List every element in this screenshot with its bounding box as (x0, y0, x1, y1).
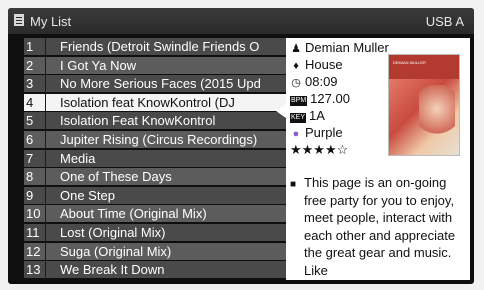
bpm-row: BPM 127.00 (290, 91, 350, 108)
track-number: 5 (26, 113, 34, 129)
track-title: Suga (Original Mix) (60, 243, 172, 259)
track-row[interactable]: 13 We Break It Down (24, 261, 288, 279)
genre-row: ♦ House (290, 57, 343, 74)
track-title: Isolation feat KnowKontrol (DJ (60, 94, 235, 110)
track-row[interactable]: 6 Jupiter Rising (Circus Recordings) (24, 131, 288, 148)
track-row[interactable]: 12 Suga (Original Mix) (24, 242, 288, 260)
track-number: 2 (26, 57, 34, 73)
track-title: No More Serious Faces (2015 Upd (60, 76, 261, 92)
track-info-panel: ♟ Demian Muller ♦ House ◷ 08:09 BPM 127.00 K… (286, 38, 470, 280)
time-value: 08:09 (305, 74, 338, 89)
track-row[interactable]: 1 Friends (Detroit Swindle Friends O (24, 38, 288, 55)
track-row[interactable]: 2 I Got Ya Now (24, 56, 288, 74)
artist-name: Demian Muller (305, 40, 389, 55)
track-title: About Time (Original Mix) (60, 206, 207, 222)
track-number: 1 (26, 39, 34, 54)
rating-stars: ★★★★☆ (290, 142, 349, 157)
comment-text: This page is an on-going free party for … (304, 175, 456, 278)
bpm-tag: BPM (290, 96, 308, 106)
key-tag: KEY (290, 113, 307, 123)
track-title: Jupiter Rising (Circus Recordings) (60, 132, 258, 147)
page-title: My List (30, 14, 72, 29)
track-number: 4 (26, 94, 34, 110)
track-row[interactable]: 10 About Time (Original Mix) (24, 205, 288, 223)
track-number: 3 (26, 76, 34, 92)
color-dot-icon: ● (292, 128, 300, 140)
track-number: 7 (26, 150, 34, 166)
track-title: Lost (Original Mix) (60, 225, 166, 240)
list-icon (14, 14, 24, 26)
screen: My List USB A 1 Friends (Detroit Swindle … (8, 8, 474, 284)
track-title: We Break It Down (60, 262, 165, 278)
bpm-value: 127.00 (310, 91, 350, 106)
color-value: Purple (305, 125, 343, 140)
color-row: ● Purple (290, 125, 343, 142)
track-number: 10 (26, 206, 41, 222)
track-title: One of These Days (60, 169, 172, 185)
person-icon: ♟ (291, 43, 301, 55)
track-row[interactable]: 7 Media (24, 149, 288, 167)
track-title: Isolation Feat KnowKontrol (60, 113, 216, 129)
selection-pointer (276, 104, 286, 118)
comment-icon: ■ (290, 179, 297, 190)
track-list: 1 Friends (Detroit Swindle Friends O 2 I Go… (24, 38, 288, 280)
key-row: KEY 1A (290, 108, 325, 125)
track-number: 9 (26, 187, 34, 203)
track-number: 13 (26, 262, 41, 278)
rating-row: ★★★★☆ (290, 142, 348, 159)
track-title: Friends (Detroit Swindle Friends O (60, 39, 260, 54)
track-title: I Got Ya Now (60, 57, 137, 73)
header-bar: My List USB A (8, 8, 474, 34)
clock-icon: ◷ (291, 77, 301, 89)
column-divider (45, 38, 46, 280)
track-row[interactable]: 5 Isolation Feat KnowKontrol (24, 112, 288, 130)
track-row[interactable]: 8 One of These Days (24, 168, 288, 186)
track-row[interactable]: 4 Isolation feat KnowKontrol (DJ (24, 93, 288, 111)
artist-row: ♟ Demian Muller (290, 40, 389, 57)
genre-icon: ♦ (293, 60, 299, 72)
album-artwork: DEMIAN MULLER (388, 54, 460, 156)
track-row[interactable]: 9 One Step (24, 186, 288, 204)
key-value: 1A (309, 108, 325, 123)
track-number: 12 (26, 243, 41, 259)
track-number: 8 (26, 169, 34, 185)
track-number: 6 (26, 132, 34, 147)
track-number: 11 (26, 225, 40, 240)
track-title: Media (60, 150, 96, 166)
track-row[interactable]: 3 No More Serious Faces (2015 Upd (24, 75, 288, 93)
time-row: ◷ 08:09 (290, 74, 338, 91)
track-row[interactable]: 11 Lost (Original Mix) (24, 224, 288, 241)
genre-value: House (305, 57, 343, 72)
source-label: USB A (425, 14, 464, 29)
track-title: One Step (60, 187, 115, 203)
artwork-artist-label: DEMIAN MULLER (393, 60, 426, 65)
